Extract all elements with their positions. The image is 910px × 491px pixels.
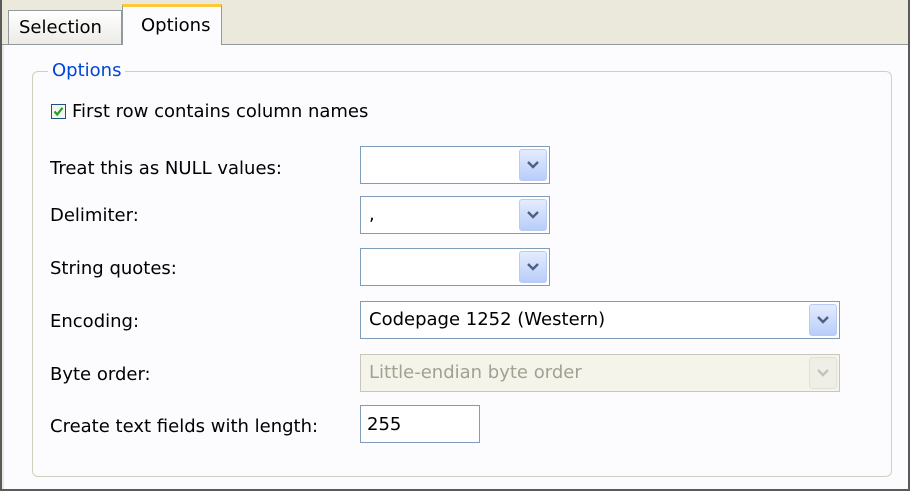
text-length-label: Create text fields with length: xyxy=(50,416,319,437)
tab-selection-label: Selection xyxy=(19,17,102,38)
tab-strip: Selection Options xyxy=(2,0,908,45)
chevron-down-icon xyxy=(527,161,539,169)
first-row-column-names-checkbox[interactable] xyxy=(51,104,66,119)
options-dialog: Selection Options Options First row cont… xyxy=(0,0,910,491)
string-quotes-label: String quotes: xyxy=(50,258,177,279)
byte-order-value: Little-endian byte order xyxy=(369,362,582,383)
checkmark-icon xyxy=(53,107,64,117)
encoding-label: Encoding: xyxy=(50,311,140,332)
chevron-down-icon xyxy=(527,263,539,271)
encoding-combo[interactable]: Codepage 1252 (Western) xyxy=(360,301,840,339)
tab-options-label: Options xyxy=(141,15,211,36)
delimiter-dropdown-button[interactable] xyxy=(519,199,547,231)
text-length-field[interactable] xyxy=(360,405,480,443)
chevron-down-icon xyxy=(817,369,829,377)
byte-order-dropdown-button xyxy=(809,357,837,389)
options-group-title: Options xyxy=(48,59,126,83)
string-quotes-dropdown-button[interactable] xyxy=(519,251,547,283)
text-length-input[interactable] xyxy=(367,406,467,442)
byte-order-label: Byte order: xyxy=(50,364,151,385)
encoding-dropdown-button[interactable] xyxy=(809,304,837,336)
delimiter-combo[interactable]: , xyxy=(360,196,550,234)
tab-options[interactable]: Options xyxy=(122,4,222,45)
null-values-combo[interactable] xyxy=(360,146,550,184)
chevron-down-icon xyxy=(527,211,539,219)
encoding-value: Codepage 1252 (Western) xyxy=(369,309,606,330)
null-values-dropdown-button[interactable] xyxy=(519,149,547,181)
byte-order-combo: Little-endian byte order xyxy=(360,354,840,392)
null-values-label: Treat this as NULL values: xyxy=(50,158,282,179)
first-row-column-names-label[interactable]: First row contains column names xyxy=(72,100,368,124)
string-quotes-combo[interactable] xyxy=(360,248,550,286)
tab-selection[interactable]: Selection xyxy=(8,10,122,44)
chevron-down-icon xyxy=(817,316,829,324)
delimiter-label: Delimiter: xyxy=(50,205,139,226)
delimiter-value: , xyxy=(369,204,375,225)
options-panel: Options First row contains column names … xyxy=(4,45,908,489)
